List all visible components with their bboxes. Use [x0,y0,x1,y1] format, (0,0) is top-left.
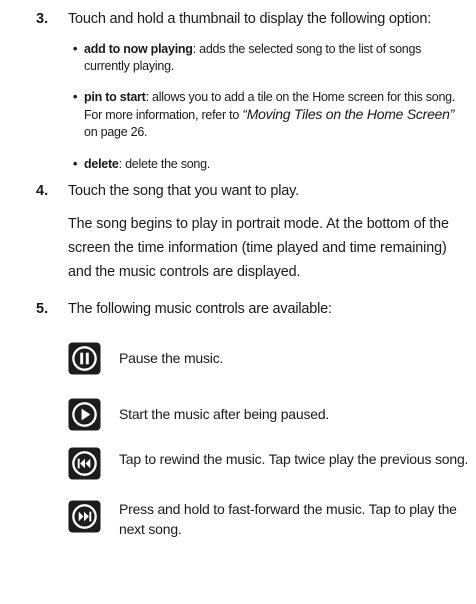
bullet-dot: • [73,90,78,104]
step-number: 4. [36,183,49,199]
bullet-dot: • [73,42,78,56]
step-text: The following music controls are availab… [68,301,332,317]
option-description: : delete the song. [118,157,211,171]
step-number: 3. [36,11,49,27]
step-text: Touch the song that you want to play. [68,183,299,199]
option-delete: • delete: delete the song. [73,156,463,173]
option-term: pin to start [84,90,146,104]
option-term: delete [84,157,119,171]
cross-reference-link[interactable]: “Moving Tiles on the Home Screen” [242,106,454,122]
step-4-description: The song begins to play in portrait mode… [68,216,449,280]
pause-description: Pause the music. [119,350,224,366]
fast-forward-description: Press and hold to fast-forward the music… [119,501,457,537]
pause-icon [68,342,101,375]
bullet-body: delete: delete the song. [73,156,463,173]
bullet-body: pin to start: allows you to add a tile o… [73,89,463,141]
play-icon [68,398,101,431]
play-description: Start the music after being paused. [119,406,330,422]
option-term: add to now playing [84,42,193,56]
bullet-body: add to now playing: adds the selected so… [73,41,463,75]
step-text: Touch and hold a thumbnail to display th… [68,11,432,27]
step-number: 5. [36,301,49,317]
rewind-description: Tap to rewind the music. Tap twice play … [119,451,469,467]
page-reference: on page 26. [84,125,148,139]
bullet-dot: • [73,157,78,171]
fast-forward-icon [68,500,101,533]
option-pin-to-start: • pin to start: allows you to add a tile… [73,89,463,141]
option-add-to-now-playing: • add to now playing: adds the selected … [73,41,463,75]
rewind-icon [68,447,101,480]
